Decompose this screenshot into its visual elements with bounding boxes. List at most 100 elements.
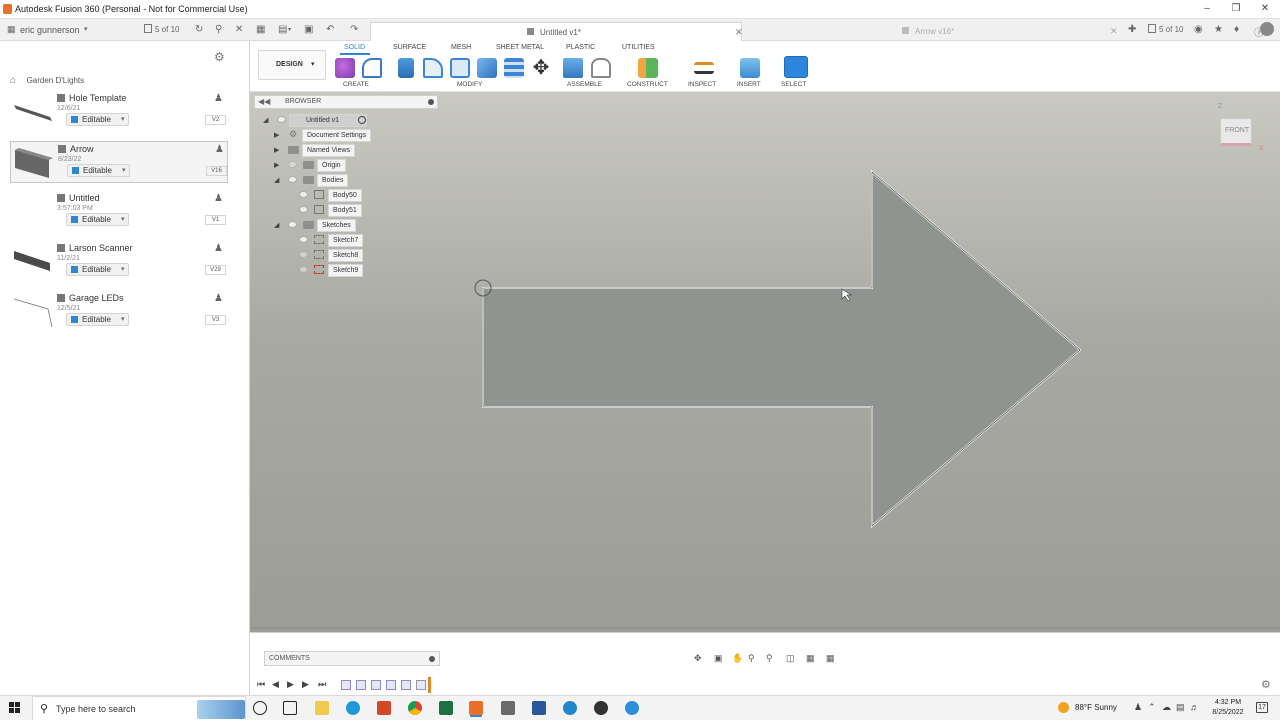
split-body-icon[interactable] <box>504 58 524 78</box>
step-forward-icon[interactable]: ▶ <box>302 679 309 690</box>
offset-plane-icon[interactable] <box>638 58 658 78</box>
new-tab-icon[interactable]: ✚ <box>1128 24 1136 35</box>
tab-sheet-metal[interactable]: SHEET METAL <box>496 44 544 51</box>
tree-document-settings[interactable]: ▶ ⚙ Document Settings <box>274 129 374 142</box>
close-tab-icon[interactable]: ✕ <box>735 27 743 38</box>
excel-icon[interactable] <box>439 701 453 715</box>
editable-dropdown[interactable]: Editable ▾ <box>66 263 129 276</box>
home-icon[interactable]: ⌂ <box>10 75 16 86</box>
group-inspect[interactable]: INSPECT <box>688 81 716 88</box>
viewcube[interactable]: FRONT <box>1220 118 1252 146</box>
people-icon[interactable]: ♟ <box>1134 702 1142 713</box>
tree-root[interactable]: ◢ Untitled v1 <box>263 114 373 127</box>
measure-icon[interactable] <box>694 62 714 74</box>
tree-sketch8[interactable]: Sketch8 <box>299 249 379 262</box>
play-icon[interactable]: ▶ <box>287 679 294 690</box>
visibility-eye-icon[interactable] <box>277 116 286 123</box>
file-item-untitled[interactable]: Untitled 3:57:03 PM Editable ▾ ♟ V1 <box>10 191 228 233</box>
pan-hand-icon[interactable]: ✋ <box>732 653 743 664</box>
insert-image-icon[interactable] <box>740 58 760 78</box>
tree-bodies[interactable]: ◢ Bodies <box>274 174 374 187</box>
press-pull-icon[interactable] <box>398 58 414 78</box>
activate-radio-icon[interactable] <box>358 116 366 124</box>
visibility-eye-icon[interactable] <box>299 251 308 258</box>
step-back-icon[interactable]: ◀ <box>272 679 279 690</box>
edge-browser-icon[interactable] <box>346 701 360 715</box>
jobs-icon[interactable] <box>144 24 152 33</box>
select-arrow-icon[interactable] <box>784 56 808 78</box>
collapse-browser-icon[interactable]: ◀◀ <box>258 97 270 106</box>
tree-sketch7[interactable]: Sketch7 <box>299 234 379 247</box>
timeline-feature-component[interactable] <box>341 680 351 690</box>
version-badge[interactable]: V16 <box>206 166 227 176</box>
display-settings-icon[interactable]: ◫ <box>786 653 795 664</box>
group-construct[interactable]: CONSTRUCT <box>627 81 668 88</box>
create-component-icon[interactable] <box>335 58 355 78</box>
expand-toggle-icon[interactable]: ▶ <box>274 131 279 139</box>
show-hidden-icons-icon[interactable]: ⌃ <box>1148 702 1156 713</box>
visibility-eye-icon[interactable] <box>299 236 308 243</box>
visibility-eye-icon[interactable] <box>288 221 297 228</box>
app-icon[interactable] <box>625 701 639 715</box>
timeline-feature-sketch[interactable] <box>356 680 366 690</box>
tree-origin[interactable]: ▶ Origin <box>274 159 374 172</box>
jobs-icon[interactable] <box>1148 24 1156 33</box>
notification-center-icon[interactable]: 17 <box>1256 702 1268 713</box>
fusion-taskbar-icon[interactable] <box>469 701 483 715</box>
timeline-feature-sketch[interactable] <box>401 680 411 690</box>
fit-icon[interactable]: ⚲ <box>766 653 773 664</box>
person-icon[interactable]: ♟ <box>214 193 223 204</box>
tree-sketches[interactable]: ◢ Sketches <box>274 219 374 232</box>
comments-panel[interactable]: COMMENTS <box>264 651 440 666</box>
app-icon[interactable] <box>501 701 515 715</box>
settings-gear-icon[interactable]: ⚙ <box>214 50 225 64</box>
editable-dropdown[interactable]: Editable ▾ <box>66 213 129 226</box>
extensions-icon[interactable]: ★ <box>1214 24 1223 35</box>
online-status-icon[interactable]: ◉ <box>1194 24 1203 35</box>
cloud-icon[interactable]: ☁ <box>1162 702 1171 713</box>
version-badge[interactable]: V1 <box>205 215 226 225</box>
minimize-icon[interactable]: – <box>1200 3 1214 15</box>
workspace-switcher[interactable]: DESIGN ▾ <box>258 50 326 80</box>
tree-named-views[interactable]: ▶ Named Views <box>274 144 374 157</box>
tab-utilities[interactable]: UTILITIES <box>622 44 655 51</box>
group-modify[interactable]: MODIFY <box>457 81 482 88</box>
tab-solid[interactable]: SOLID <box>344 44 365 51</box>
joint-icon[interactable] <box>591 58 611 78</box>
version-badge[interactable]: V2 <box>205 115 226 125</box>
pin-icon[interactable] <box>428 99 434 105</box>
tree-body50[interactable]: Body50 <box>299 189 379 202</box>
combine-icon[interactable] <box>477 58 497 78</box>
arrow-sketch-profile[interactable] <box>482 169 1082 529</box>
taskbar-search-box[interactable]: ⚲ Type here to search <box>32 696 246 720</box>
new-component-icon[interactable] <box>563 58 583 78</box>
create-form-icon[interactable] <box>362 58 382 78</box>
tree-sketch9[interactable]: Sketch9 <box>299 264 379 277</box>
browser-panel-header[interactable]: ◀◀ BROWSER <box>254 95 438 109</box>
undo-icon[interactable]: ↶ <box>326 24 334 35</box>
avatar[interactable] <box>1260 22 1274 36</box>
refresh-icon[interactable]: ↻ <box>195 24 203 35</box>
restore-icon[interactable]: ❐ <box>1229 3 1243 15</box>
look-at-icon[interactable]: ▣ <box>714 653 723 664</box>
orbit-constrained-icon[interactable]: ✥ <box>694 653 702 664</box>
word-icon[interactable] <box>532 701 546 715</box>
expand-toggle-icon[interactable]: ▶ <box>274 161 279 169</box>
viewports-icon[interactable]: ▦ <box>826 653 835 664</box>
pin-icon[interactable] <box>429 656 435 662</box>
visibility-eye-icon[interactable] <box>288 161 297 168</box>
grid-icon[interactable]: ▦ <box>256 24 265 35</box>
person-icon[interactable]: ♟ <box>214 243 223 254</box>
save-icon[interactable]: ▣ <box>304 24 313 35</box>
tab-arrow[interactable]: Arrow v16* ✕ <box>746 22 1118 41</box>
version-badge[interactable]: V29 <box>205 265 226 275</box>
design-canvas[interactable]: Z FRONT X <box>250 92 1280 632</box>
chevron-down-icon[interactable]: ▾ <box>288 26 291 33</box>
file-item-larson-scanner[interactable]: Larson Scanner 11/2/21 Editable ▾ ♟ V29 <box>10 241 228 283</box>
grid-icon[interactable]: ▦ <box>7 24 16 35</box>
shell-icon[interactable] <box>450 58 470 78</box>
expand-toggle-icon[interactable]: ◢ <box>274 221 279 229</box>
cortana-icon[interactable] <box>253 701 267 715</box>
group-assemble[interactable]: ASSEMBLE <box>567 81 602 88</box>
tree-body51[interactable]: Body51 <box>299 204 379 217</box>
